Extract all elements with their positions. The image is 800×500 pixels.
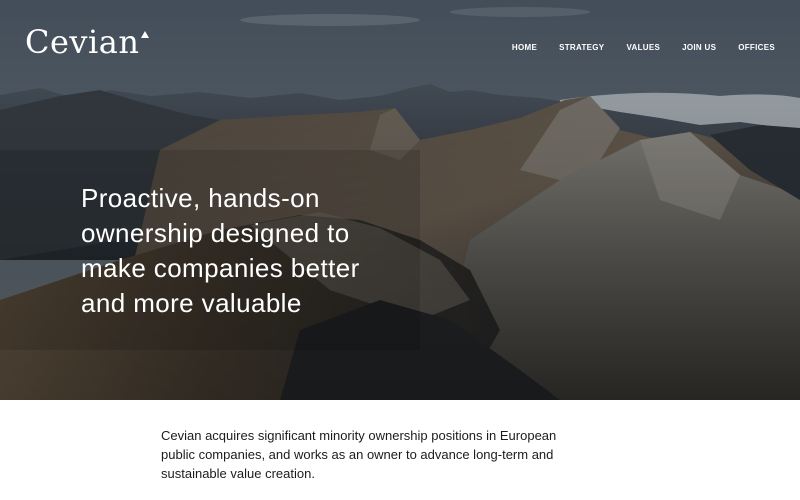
hero-section: Cevian HOME STRATEGY VALUES JOIN US OFFI… [0,0,800,400]
nav-join-us[interactable]: JOIN US [682,42,716,54]
nav-home[interactable]: HOME [512,42,537,54]
nav-offices[interactable]: OFFICES [738,42,775,54]
intro-section: Cevian acquires significant minority own… [0,400,800,500]
site-header: Cevian HOME STRATEGY VALUES JOIN US OFFI… [0,0,800,90]
cevian-logo[interactable]: Cevian [25,22,139,62]
main-nav: HOME STRATEGY VALUES JOIN US OFFICES [490,42,775,54]
logo-triangle-icon [141,31,149,38]
nav-strategy[interactable]: STRATEGY [559,42,604,54]
hero-headline: Proactive, hands-on ownership designed t… [81,183,360,318]
intro-paragraph: Cevian acquires significant minority own… [161,428,557,481]
nav-values[interactable]: VALUES [626,42,660,54]
